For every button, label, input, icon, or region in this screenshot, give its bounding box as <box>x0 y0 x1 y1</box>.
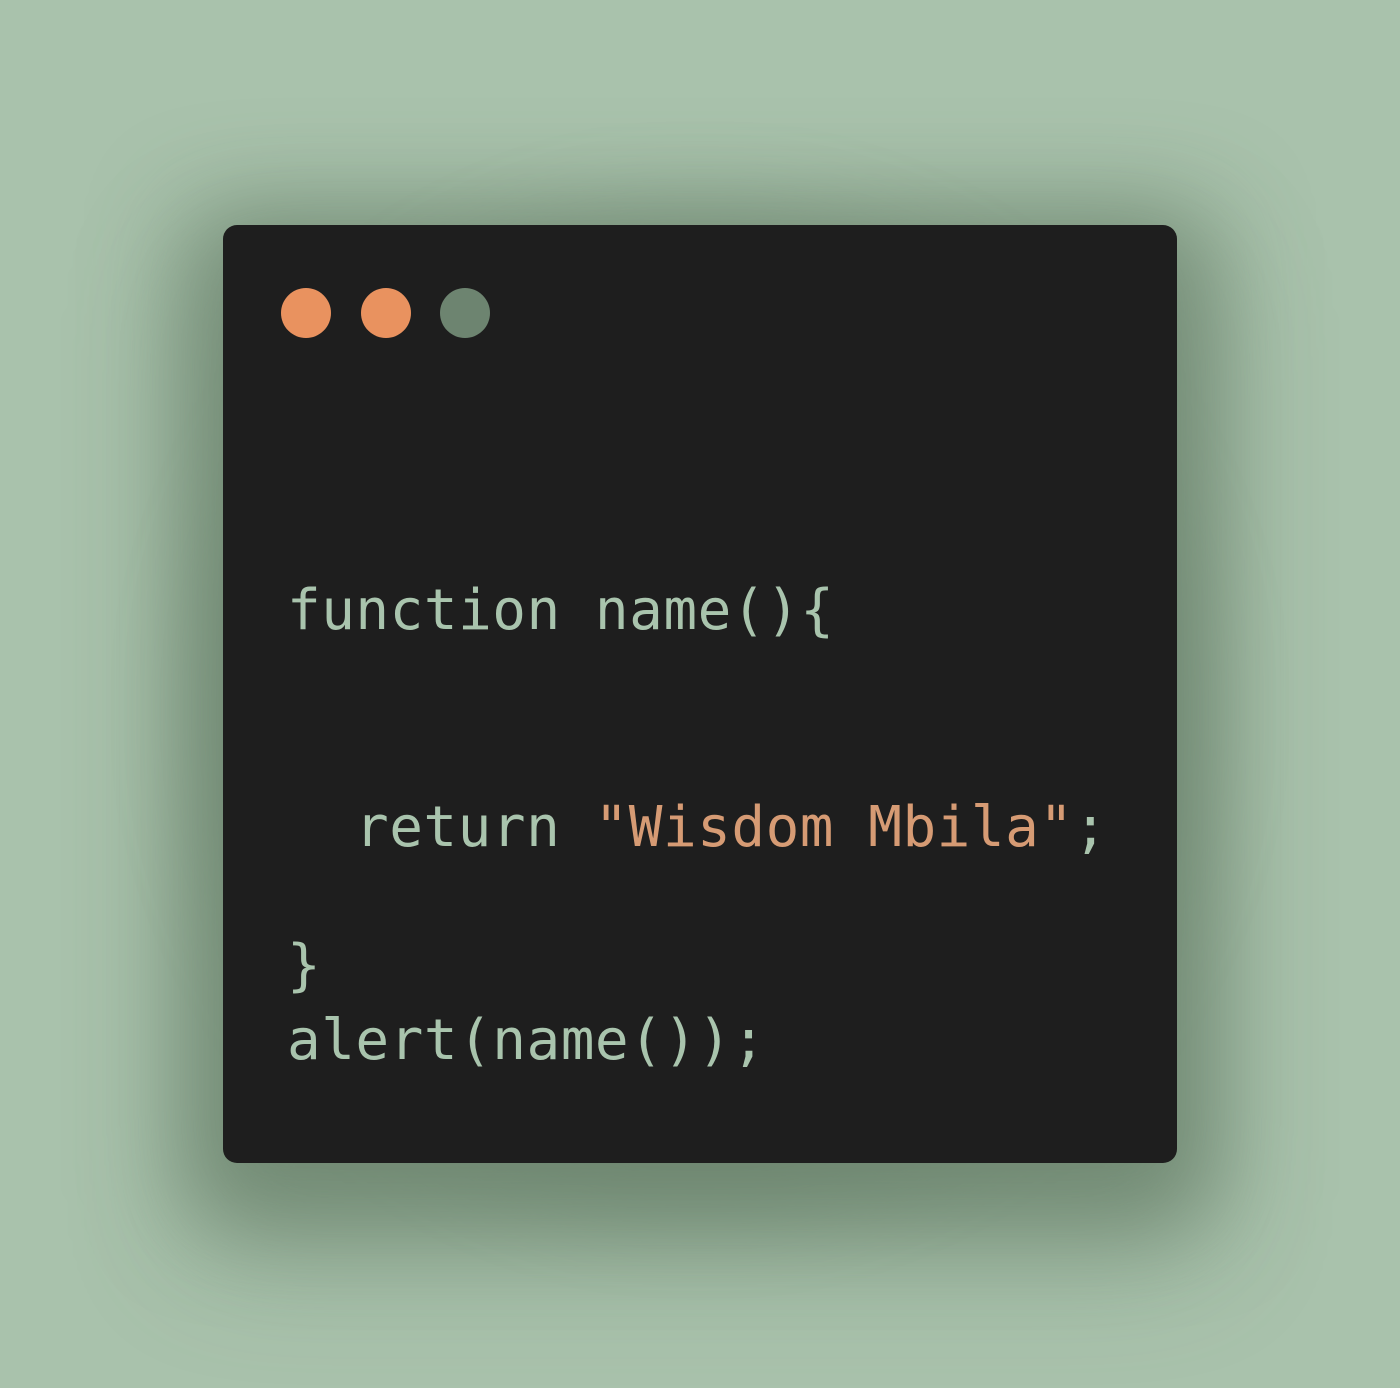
alert-call-text: alert(name()); <box>287 1008 767 1073</box>
code-line-closing-brace: } <box>287 933 321 999</box>
closing-brace: } <box>287 933 322 998</box>
return-keyword: return <box>355 795 561 860</box>
code-line-function-declaration: function name(){ <box>287 578 834 644</box>
code-line-alert-call: alert(name()); <box>287 1008 766 1074</box>
minimize-dot-icon[interactable] <box>361 288 411 338</box>
string-literal: "Wisdom Mbila" <box>594 795 1074 860</box>
code-line-return-statement: return "Wisdom Mbila"; <box>287 795 1108 861</box>
page-background: { "window": { "controls": [ {"name": "cl… <box>0 0 1400 1388</box>
code-text: function name(){ <box>287 578 835 643</box>
close-dot-icon[interactable] <box>281 288 331 338</box>
maximize-dot-icon[interactable] <box>440 288 490 338</box>
statement-terminator: ; <box>1073 795 1108 860</box>
